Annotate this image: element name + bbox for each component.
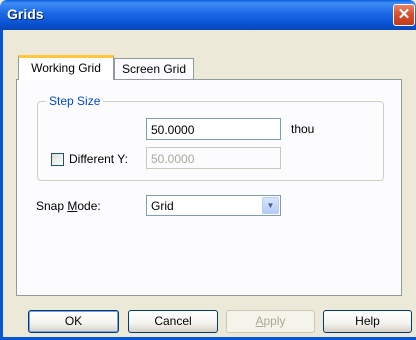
tab-screen-grid[interactable]: Screen Grid xyxy=(114,58,194,79)
tab-working-grid[interactable]: Working Grid xyxy=(18,55,114,80)
chevron-down-icon[interactable]: ▼ xyxy=(262,197,279,214)
step-size-group xyxy=(37,101,384,181)
close-button[interactable]: ✕ xyxy=(393,4,415,26)
apply-button-label: Apply xyxy=(255,314,286,328)
window-frame-left xyxy=(0,30,3,340)
cancel-button[interactable]: Cancel xyxy=(128,310,218,333)
tab-screen-grid-label: Screen Grid xyxy=(121,62,187,76)
help-button-label: Help xyxy=(355,314,380,328)
different-y-label: Different Y: xyxy=(69,152,128,166)
different-y-value: 50.0000 xyxy=(151,152,195,166)
snap-mode-select[interactable]: Grid ▼ xyxy=(146,195,281,216)
step-size-label: Step Size xyxy=(46,94,104,108)
close-icon: ✕ xyxy=(397,6,411,23)
different-y-input[interactable]: 50.0000 xyxy=(146,147,281,169)
snap-mode-value: Grid xyxy=(151,199,174,213)
ok-button[interactable]: OK xyxy=(28,310,119,333)
tab-working-grid-label: Working Grid xyxy=(31,61,101,75)
window-title: Grids xyxy=(7,6,44,22)
cancel-button-label: Cancel xyxy=(154,314,192,328)
title-bar[interactable]: Grids ✕ xyxy=(0,0,416,30)
step-size-unit: thou xyxy=(291,122,315,136)
grids-dialog: Grids ✕ Working Grid Screen Grid Step Si… xyxy=(0,0,416,340)
different-y-checkbox[interactable] xyxy=(51,153,64,166)
step-size-input[interactable]: 50.0000 xyxy=(146,118,281,140)
ok-button-label: OK xyxy=(64,314,83,328)
snap-mode-label: Snap Mode: xyxy=(36,199,101,213)
apply-button[interactable]: Apply xyxy=(226,310,315,333)
help-button[interactable]: Help xyxy=(323,310,412,333)
step-size-value: 50.0000 xyxy=(151,123,195,137)
